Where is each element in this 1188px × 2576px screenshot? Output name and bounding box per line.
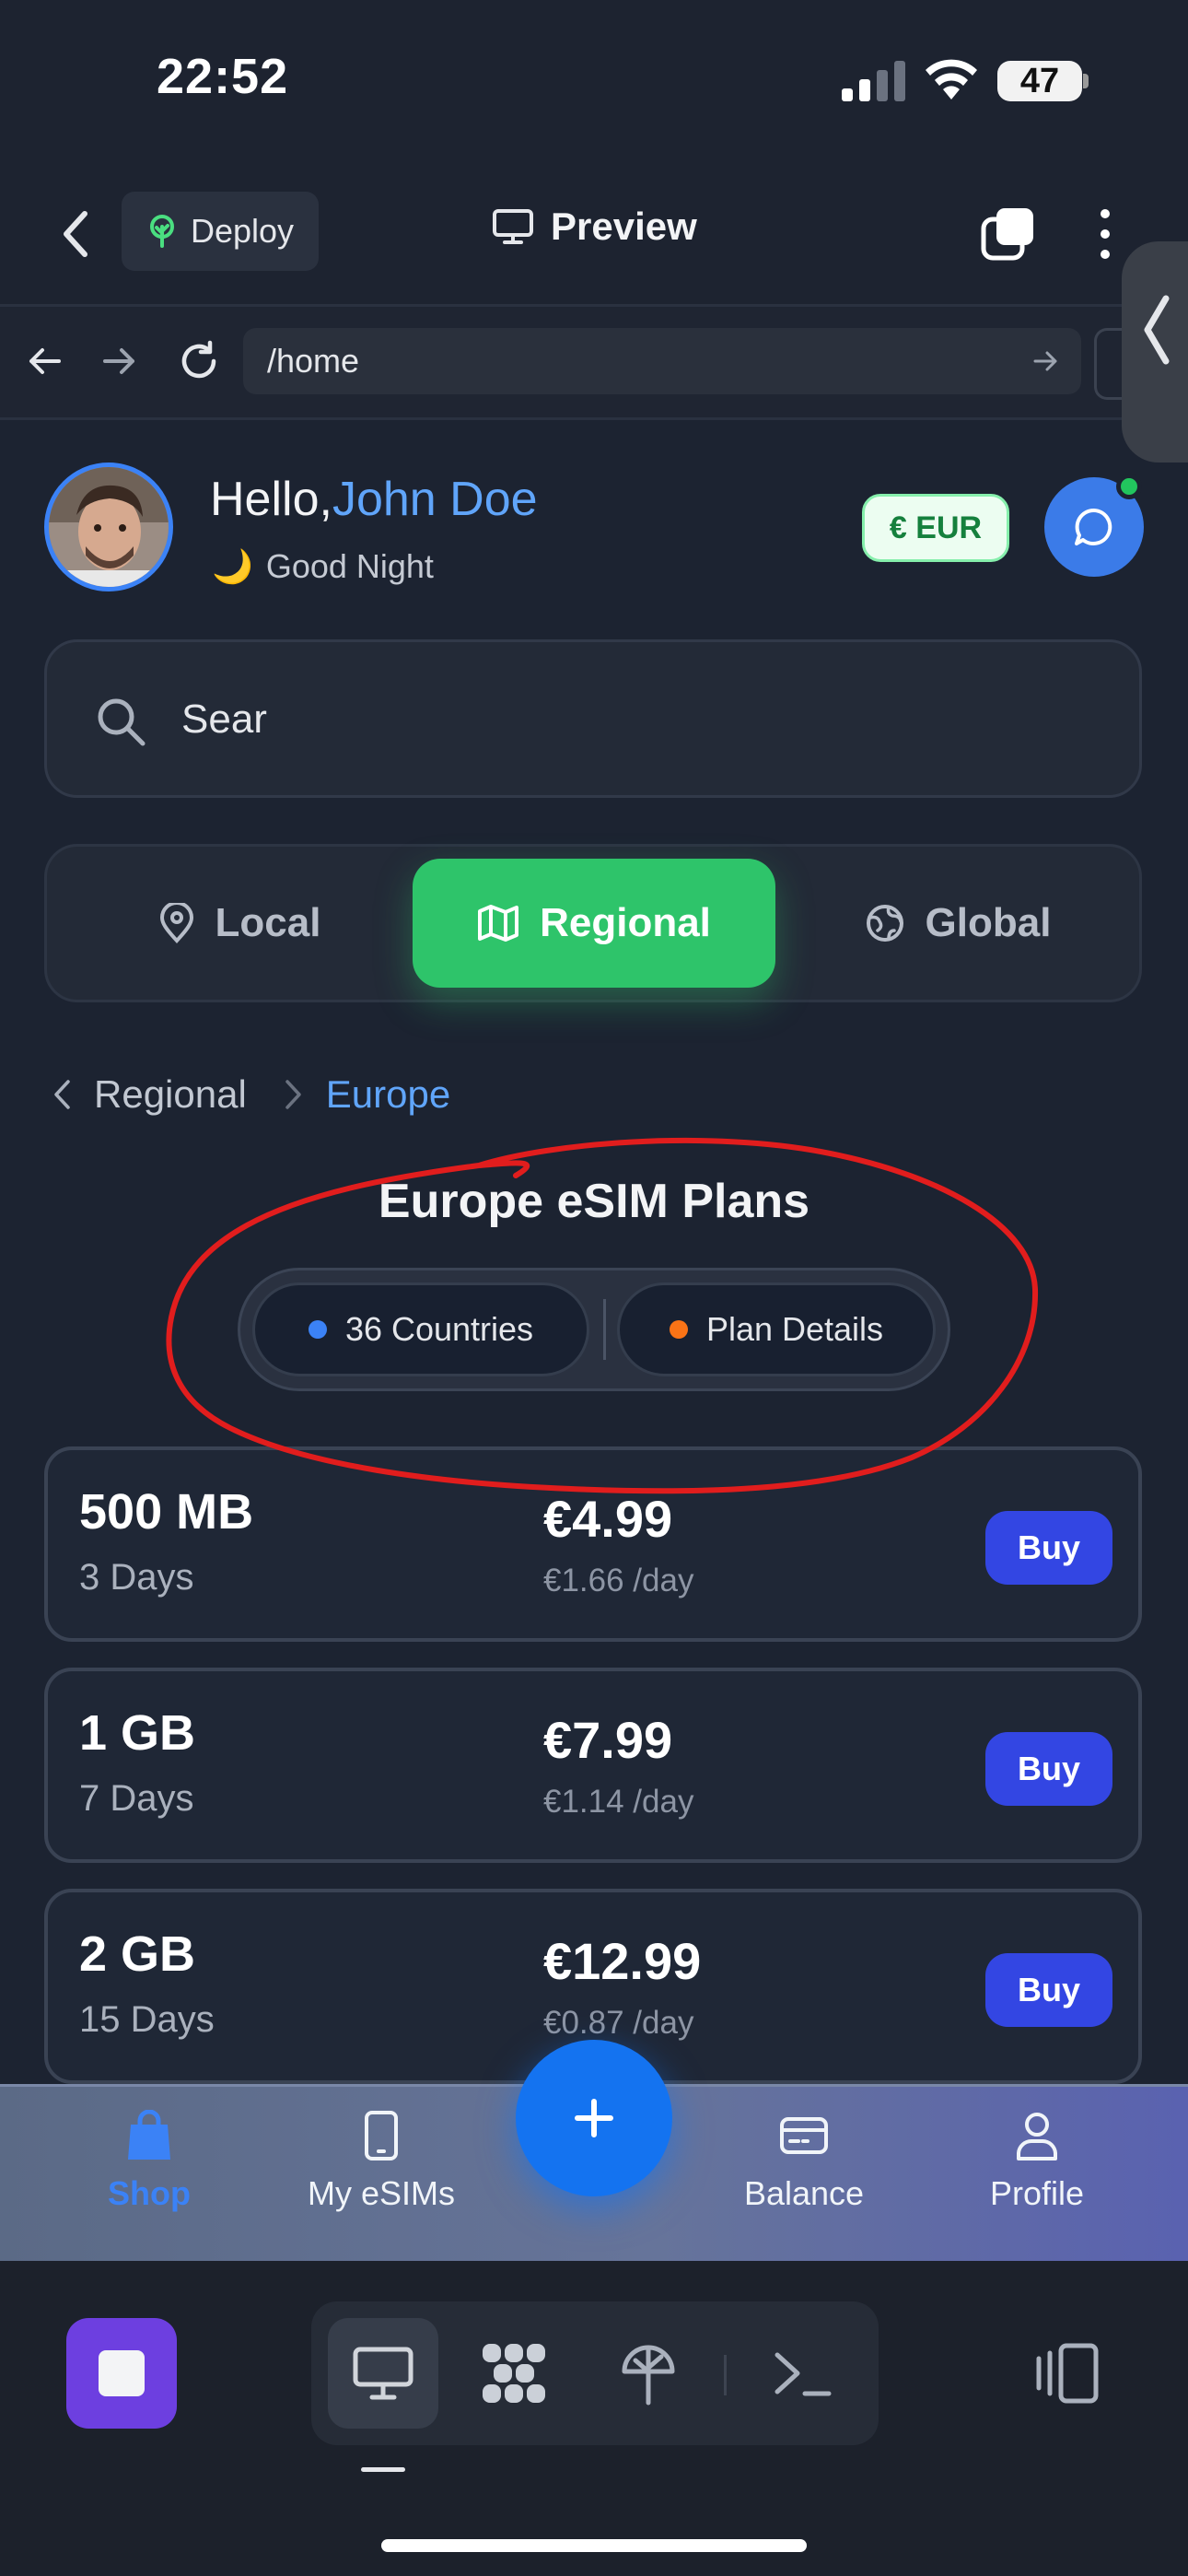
active-tab-underline bbox=[361, 2467, 405, 2472]
tab-regional[interactable]: Regional bbox=[413, 859, 775, 988]
tab-global-label: Global bbox=[925, 900, 1052, 945]
battery-tip bbox=[1083, 74, 1089, 88]
nav-my-esims[interactable]: My eSIMs bbox=[280, 2110, 483, 2213]
plan-card[interactable]: 1 GB 7 Days €7.99 €1.14 /day Buy bbox=[44, 1668, 1142, 1863]
countries-dot bbox=[308, 1320, 327, 1339]
deploy-label: Deploy bbox=[190, 212, 295, 250]
search-input[interactable] bbox=[180, 642, 1104, 797]
tool-separator bbox=[724, 2355, 727, 2395]
credit-card-icon bbox=[778, 2110, 830, 2161]
plan-details-pill[interactable]: Plan Details bbox=[617, 1282, 936, 1376]
browser-forward-icon[interactable] bbox=[101, 343, 138, 380]
plan-duration: 15 Days bbox=[79, 1999, 215, 2040]
status-time: 22:52 bbox=[157, 49, 289, 104]
preview-title: Preview bbox=[492, 205, 697, 249]
online-status-dot bbox=[1116, 474, 1142, 499]
deploy-button[interactable]: Deploy bbox=[122, 192, 319, 271]
pill-divider bbox=[603, 1299, 606, 1360]
avatar[interactable] bbox=[44, 463, 173, 591]
greeting-text: Good Night bbox=[265, 547, 434, 585]
currency-badge[interactable]: € EUR bbox=[862, 494, 1009, 562]
details-dot bbox=[669, 1320, 688, 1339]
nav-profile-label: Profile bbox=[989, 2174, 1085, 2212]
plan-price: €4.99 bbox=[543, 1490, 673, 1548]
tab-regional-label: Regional bbox=[540, 900, 711, 945]
preview-label: Preview bbox=[551, 205, 697, 248]
back-chevron-icon[interactable] bbox=[59, 208, 96, 260]
greeting-heading: Hello,John Doe bbox=[210, 472, 538, 527]
tabs-icon[interactable] bbox=[980, 205, 1037, 262]
details-label: Plan Details bbox=[705, 1310, 884, 1348]
plan-price-per-day: €1.14 /day bbox=[543, 1784, 694, 1820]
breadcrumb-regional[interactable]: Regional bbox=[94, 1072, 247, 1117]
time-greeting: 🌙 Good Night bbox=[212, 547, 434, 586]
search-box[interactable] bbox=[44, 639, 1142, 798]
home-indicator[interactable] bbox=[381, 2539, 807, 2552]
search-icon bbox=[95, 696, 146, 747]
plan-price-per-day: €1.66 /day bbox=[543, 1563, 694, 1598]
chevron-left-icon bbox=[1142, 293, 1171, 367]
buy-button[interactable]: Buy bbox=[985, 1732, 1112, 1806]
tab-local[interactable]: Local bbox=[92, 859, 387, 988]
phone-icon bbox=[363, 2110, 400, 2161]
plan-duration: 7 Days bbox=[79, 1778, 194, 1819]
terminal-icon[interactable] bbox=[766, 2336, 840, 2410]
buy-button[interactable]: Buy bbox=[985, 1953, 1112, 2027]
nav-balance[interactable]: Balance bbox=[703, 2110, 905, 2213]
plus-icon bbox=[572, 2096, 616, 2140]
stop-button[interactable] bbox=[66, 2318, 177, 2429]
browser-back-icon[interactable] bbox=[26, 343, 63, 380]
chat-bubble-icon bbox=[1072, 505, 1116, 549]
moon-icon: 🌙 bbox=[212, 547, 253, 585]
reload-icon[interactable] bbox=[177, 339, 221, 383]
plan-data: 500 MB bbox=[79, 1484, 254, 1540]
nav-profile[interactable]: Profile bbox=[936, 2110, 1138, 2213]
more-vertical-icon[interactable] bbox=[1098, 208, 1112, 260]
integrations-icon[interactable] bbox=[477, 2336, 551, 2410]
buy-button[interactable]: Buy bbox=[985, 1511, 1112, 1585]
breadcrumb-separator-icon bbox=[284, 1079, 304, 1110]
plan-card[interactable]: 500 MB 3 Days €4.99 €1.66 /day Buy bbox=[44, 1446, 1142, 1642]
signal-icon bbox=[842, 61, 906, 101]
tree-icon bbox=[146, 215, 178, 248]
monitor-icon bbox=[492, 208, 534, 245]
plan-data: 1 GB bbox=[79, 1705, 196, 1761]
tab-global[interactable]: Global bbox=[810, 859, 1105, 988]
plan-price: €7.99 bbox=[543, 1711, 673, 1769]
tab-local-label: Local bbox=[215, 900, 321, 945]
go-arrow-icon[interactable] bbox=[1031, 346, 1061, 376]
user-icon bbox=[1013, 2110, 1061, 2161]
globe-icon bbox=[865, 903, 905, 943]
breadcrumb-back-icon[interactable] bbox=[52, 1079, 72, 1110]
shopping-bag-icon bbox=[125, 2110, 173, 2161]
map-pin-icon bbox=[158, 903, 195, 943]
plan-price: €12.99 bbox=[543, 1932, 702, 1990]
countries-label: 36 Countries bbox=[344, 1310, 534, 1348]
add-button[interactable] bbox=[516, 2040, 672, 2196]
user-name: John Doe bbox=[332, 473, 538, 526]
device-rotate-icon[interactable] bbox=[1031, 2340, 1101, 2406]
nav-my-esims-label: My eSIMs bbox=[307, 2174, 455, 2212]
plan-duration: 3 Days bbox=[79, 1557, 194, 1598]
plan-data: 2 GB bbox=[79, 1926, 196, 1982]
url-field[interactable]: /home bbox=[243, 328, 1081, 394]
breadcrumb: Regional Europe bbox=[52, 1072, 450, 1117]
nav-shop-label: Shop bbox=[108, 2174, 191, 2212]
wifi-icon bbox=[923, 57, 980, 101]
countries-pill[interactable]: 36 Countries bbox=[252, 1282, 589, 1376]
nav-balance-label: Balance bbox=[743, 2174, 865, 2212]
breadcrumb-europe: Europe bbox=[325, 1072, 451, 1116]
nav-shop[interactable]: Shop bbox=[48, 2110, 250, 2213]
plan-price-per-day: €0.87 /day bbox=[543, 2005, 694, 2041]
stop-icon bbox=[99, 2350, 145, 2396]
deploy-tree-icon[interactable] bbox=[611, 2336, 685, 2410]
page-title: Europe eSIM Plans bbox=[378, 1175, 810, 1228]
desktop-view-icon[interactable] bbox=[346, 2336, 420, 2410]
hello-text: Hello, bbox=[210, 473, 332, 526]
battery-indicator: 47 bbox=[997, 61, 1082, 101]
map-icon bbox=[477, 904, 519, 943]
